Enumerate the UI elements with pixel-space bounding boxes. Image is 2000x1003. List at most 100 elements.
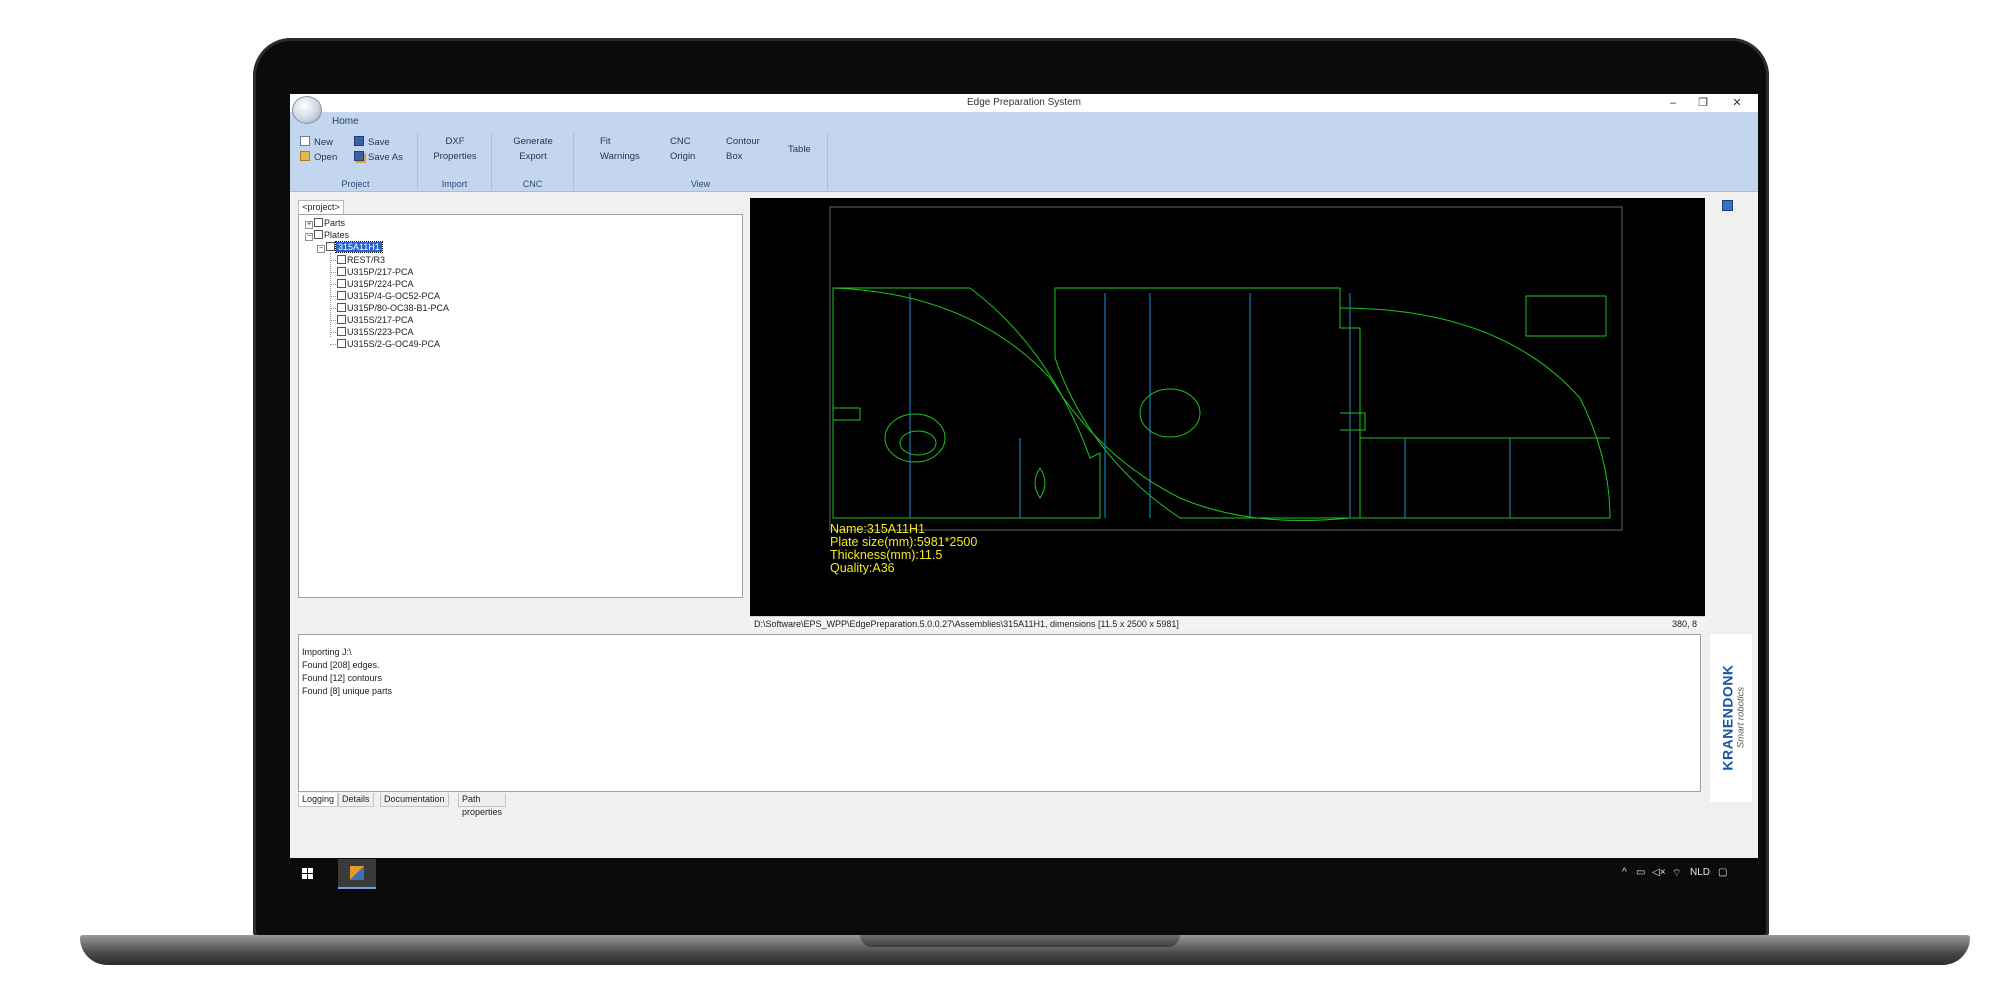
tree-connector — [330, 253, 331, 337]
plate-boundary — [829, 206, 1623, 531]
group-label-project: Project — [341, 179, 370, 189]
tree-label-parts: Parts — [324, 218, 346, 228]
part-outline — [1054, 287, 1361, 519]
tree-item-label: U315P/4-G-OC52-PCA — [347, 291, 441, 301]
brand-text: KRANENDONK Smart robotics — [1720, 643, 1747, 793]
circular-part-inner — [899, 430, 937, 456]
log-panel: Importing J:\ Found [208] edges. Found [… — [298, 634, 1701, 792]
tree-connector — [330, 284, 336, 285]
dxf-viewer-canvas[interactable]: Name:315A11H1 Plate size(mm):5981*2500 T… — [750, 198, 1705, 616]
dxf-button[interactable]: DXF — [418, 136, 492, 147]
laptop-notch — [860, 935, 1180, 947]
save-as-label: Save As — [368, 152, 403, 163]
tab-logging[interactable]: Logging — [298, 793, 339, 807]
wifi-icon[interactable]: ⌔ — [1672, 867, 1681, 880]
properties-button[interactable]: Properties — [418, 151, 492, 162]
new-button[interactable]: New — [300, 136, 333, 148]
tree-connector — [330, 260, 336, 261]
new-file-icon — [300, 136, 310, 146]
log-line: Importing J:\ — [302, 647, 352, 657]
tree-connector — [330, 296, 336, 297]
export-button[interactable]: Export — [492, 151, 574, 162]
origin-button[interactable]: Origin — [670, 151, 695, 162]
checkbox[interactable] — [337, 327, 346, 336]
collapse-icon[interactable]: − — [317, 245, 325, 253]
application-menu-button[interactable] — [292, 96, 322, 124]
windows-start-icon[interactable] — [302, 868, 314, 880]
status-coordinates: 380, 8 — [1671, 619, 1697, 629]
tree-connector — [330, 332, 336, 333]
folder-icon — [300, 151, 310, 161]
tab-details[interactable]: Details — [338, 793, 374, 807]
project-tree: + Parts − Plates −315A11H1 REST/R3 U315P/21… — [298, 214, 743, 598]
tree-node-plate[interactable]: − 315A11H1 — [317, 240, 383, 254]
part-outline — [1339, 307, 1611, 519]
group-label-import: Import — [441, 179, 468, 189]
taskbar: ^ ▭ ◁× ⌔ NLD ▢ — [290, 858, 1758, 890]
part-outline — [832, 287, 1101, 519]
status-path: D:\Software\EPS_WPP\EdgePreparation.5.0.… — [754, 619, 1179, 629]
brand-tagline: Smart robotics — [1735, 686, 1747, 749]
warnings-button[interactable]: Warnings — [600, 151, 640, 162]
plate-info: Name:315A11H1 Plate size(mm):5981*2500 T… — [830, 523, 977, 575]
ribbon-group-cnc: Generate Export CNC — [492, 132, 574, 190]
oval-cutout — [1139, 388, 1201, 438]
tree-item-label: U315S/2-G-OC49-PCA — [347, 339, 441, 349]
tree-connector — [330, 344, 336, 345]
save-as-button[interactable]: Save As — [354, 151, 403, 163]
title-bar: Edge Preparation System – ❐ ✕ — [290, 94, 1758, 112]
checkbox[interactable] — [337, 255, 346, 264]
network-icon[interactable]: ▭ — [1636, 867, 1645, 878]
box-button[interactable]: Box — [726, 151, 742, 162]
checkbox[interactable] — [337, 339, 346, 348]
minimize-button[interactable]: – — [1658, 95, 1688, 111]
close-button[interactable]: ✕ — [1722, 95, 1752, 111]
small-part — [1034, 467, 1046, 499]
tab-documentation[interactable]: Documentation — [380, 793, 449, 807]
checkbox[interactable] — [326, 242, 335, 251]
tree-item-label: U315S/223-PCA — [347, 327, 414, 337]
tab-home[interactable]: Home — [332, 116, 359, 127]
status-bar: D:\Software\EPS_WPP\EdgePreparation.5.0.… — [750, 616, 1705, 630]
save-button[interactable]: Save — [354, 136, 390, 148]
ribbon-group-import: DXF Properties Import — [418, 132, 492, 190]
generate-button[interactable]: Generate — [492, 136, 574, 147]
chevron-up-icon[interactable]: ^ — [1622, 867, 1627, 878]
notification-icon[interactable]: ▢ — [1718, 867, 1727, 878]
table-button[interactable]: Table — [788, 144, 811, 155]
collapse-icon[interactable]: − — [305, 233, 313, 241]
checkbox[interactable] — [337, 303, 346, 312]
brand-logo: KRANENDONK Smart robotics — [1710, 634, 1752, 802]
contour-button[interactable]: Contour — [726, 136, 760, 147]
tab-path-properties[interactable]: Path properties — [458, 793, 507, 817]
open-label: Open — [314, 152, 338, 163]
tree-item-label: U315S/217-PCA — [347, 315, 414, 325]
checkbox[interactable] — [337, 279, 346, 288]
volume-icon[interactable]: ◁× — [1652, 867, 1666, 878]
checkbox[interactable] — [337, 315, 346, 324]
save-as-icon — [354, 151, 364, 161]
tree-connector — [330, 308, 336, 309]
plate-quality: Quality:A36 — [830, 561, 895, 575]
viewer-settings-icon[interactable] — [1722, 200, 1733, 211]
cnc-view-button[interactable]: CNC — [670, 136, 691, 147]
ribbon: Home New Open Save Save As Project DXF P… — [290, 112, 1758, 192]
fit-button[interactable]: Fit — [600, 136, 611, 147]
checkbox[interactable] — [314, 230, 323, 239]
tree-label-plates: Plates — [324, 230, 350, 240]
window-title: Edge Preparation System — [967, 97, 1081, 108]
part-outline — [832, 287, 1351, 521]
open-button[interactable]: Open — [300, 151, 337, 163]
tree-item-label: U315P/224-PCA — [347, 279, 414, 289]
checkbox[interactable] — [337, 291, 346, 300]
tab-project[interactable]: <project> — [298, 200, 344, 214]
taskbar-app-edge-preparation[interactable] — [338, 859, 376, 889]
language-indicator[interactable]: NLD — [1690, 867, 1710, 878]
checkbox[interactable] — [314, 218, 323, 227]
log-line: Found [208] edges. — [302, 660, 380, 670]
maximize-button[interactable]: ❐ — [1688, 95, 1718, 111]
new-label: New — [314, 137, 334, 148]
checkbox[interactable] — [337, 267, 346, 276]
tree-item-part[interactable]: U315S/2-G-OC49-PCA — [337, 337, 440, 351]
tree-connector — [330, 272, 336, 273]
